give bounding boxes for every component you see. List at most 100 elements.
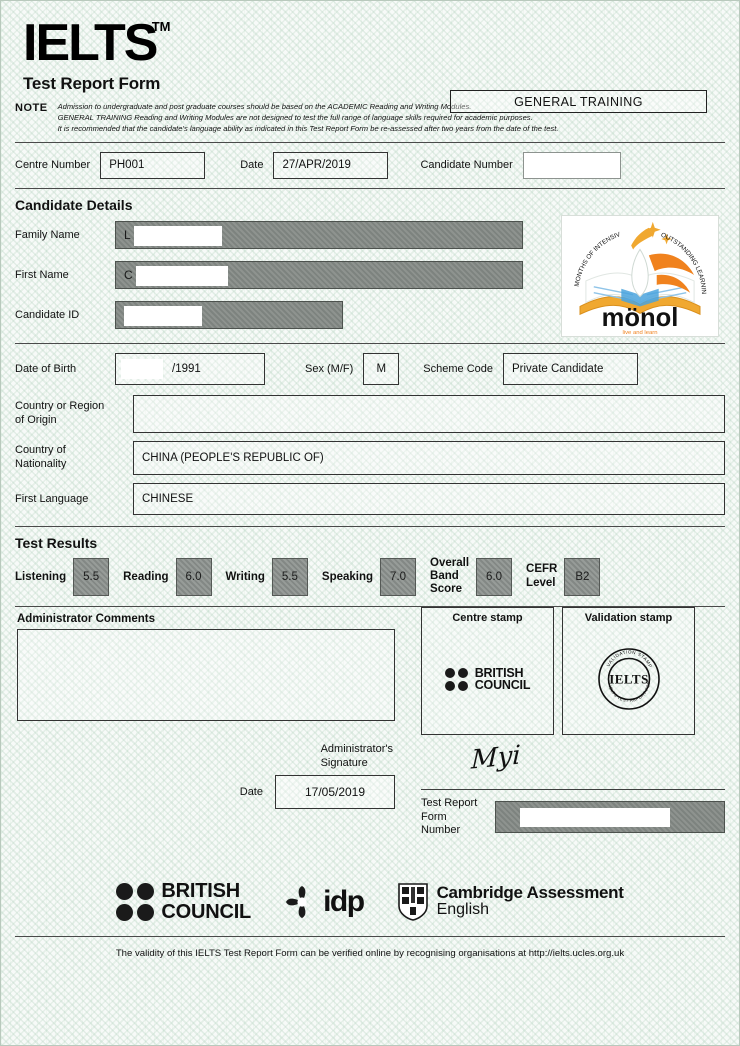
administrator-comments-box[interactable] [17, 629, 395, 722]
administrator-date-field[interactable]: 17/05/2019 [275, 775, 395, 810]
module-type-box: GENERAL TRAINING [450, 90, 707, 113]
signature-right-column: Myi Test Report Form Number [421, 739, 725, 836]
cefr-label-line-2: Level [526, 576, 556, 589]
british-council-dots-icon-footer [116, 882, 155, 921]
first-language-row: First Language CHINESE [1, 482, 739, 515]
british-council-footer-logo: BRITISH COUNCIL [116, 881, 251, 922]
admin-and-stamps-area: Administrator Comments Centre stamp BRIT… [1, 607, 739, 736]
first-language-field[interactable]: CHINESE [133, 482, 725, 515]
overall-band-score-label: Overall Band Score [430, 557, 469, 597]
origin-row: Country or Region of Origin [1, 394, 739, 433]
trf-number-field-redacted[interactable] [495, 801, 725, 834]
centre-date-row: Centre Number PH001 Date 27/APR/2019 Can… [1, 151, 739, 179]
test-results-heading: Test Results [15, 534, 98, 551]
administrator-comments-label: Administrator Comments [17, 613, 156, 626]
dob-redaction-block [121, 358, 163, 379]
cefr-level-value: B2 [564, 557, 601, 596]
overall-label-line-1: Overall [430, 556, 470, 569]
trf-number-redaction-block [520, 808, 670, 828]
writing-label: Writing [225, 570, 265, 583]
idp-logo: idp [285, 884, 365, 919]
administrator-signature-label: Administrator's Signature [321, 743, 393, 769]
administrator-date-value: 17/05/2019 [304, 785, 366, 800]
signature-label-line-2: Signature [320, 756, 368, 769]
dob-field-redacted[interactable]: /1991 [115, 352, 265, 385]
first-language-label: First Language [15, 492, 89, 505]
divider-footer [15, 936, 725, 938]
writing-score: 5.5 [271, 557, 308, 596]
reading-score: 6.0 [175, 557, 212, 596]
cambridge-wordmark: Cambridge Assessment English [437, 884, 624, 919]
nationality-label: Country of Nationality [15, 444, 133, 472]
trf-number-label: Test Report Form Number [421, 797, 495, 837]
band-scores-row: Listening 5.5 Reading 6.0 Writing 5.5 Sp… [1, 553, 739, 597]
partner-bc-line-2: COUNCIL [161, 900, 252, 923]
ielts-logo: IELTS TM [23, 17, 170, 69]
partner-cambridge-line-2: English [436, 901, 490, 919]
first-language-value: CHINESE [142, 492, 194, 505]
module-type-value: GENERAL TRAINING [514, 94, 643, 109]
candidate-number-field-redacted[interactable] [522, 151, 621, 179]
centre-stamp-box: Centre stamp BRITISH COUNCIL [421, 607, 554, 736]
first-name-label: First Name [15, 268, 69, 281]
family-name-value: L [124, 227, 131, 242]
candidate-id-label: Candidate ID [15, 308, 80, 321]
dob-value: /1991 [172, 362, 201, 375]
note-label: NOTE [15, 102, 48, 115]
partner-bc-line-1: BRITISH [161, 880, 240, 903]
family-name-redaction-block [134, 225, 222, 246]
trf-number-label-line-2: Number [421, 823, 461, 836]
divider-dob [15, 342, 725, 344]
administrator-date-row: Date 17/05/2019 [15, 775, 413, 810]
candidate-id-field-redacted[interactable] [115, 300, 343, 329]
overall-label-line-3: Score [430, 583, 463, 596]
scheme-code-field[interactable]: Private Candidate [503, 352, 638, 385]
origin-label-line-1: Country or Region [15, 399, 105, 412]
overall-label-line-2: Band [430, 569, 459, 582]
header: IELTS TM Test Report Form [1, 1, 739, 94]
signature-and-trf-row: Administrator's Signature Date 17/05/201… [1, 739, 739, 836]
partner-cambridge-line-1: Cambridge Assessment [436, 883, 624, 903]
speaking-label: Speaking [321, 570, 374, 583]
centre-number-label: Centre Number [15, 159, 91, 172]
validity-note: The validity of this IELTS Test Report F… [115, 948, 625, 960]
listening-label: Listening [15, 570, 67, 583]
trf-number-row: Test Report Form Number [421, 797, 725, 837]
validation-stamp-box: Validation stamp VALIDATION STAMP IELTS … [562, 607, 695, 736]
scheme-code-value: Private Candidate [512, 362, 604, 375]
centre-number-value: PH001 [109, 159, 145, 172]
signature-label-line-1: Administrator's [320, 743, 393, 756]
cambridge-shield-icon [397, 882, 428, 921]
candidate-id-redaction-block [124, 305, 202, 326]
divider-top [15, 141, 725, 143]
origin-field[interactable] [133, 394, 725, 433]
cambridge-assessment-logo: Cambridge Assessment English [397, 882, 624, 921]
british-council-dots-icon [444, 667, 468, 691]
nationality-label-line-1: Country of [15, 443, 66, 456]
centre-stamp-org-line-2: COUNCIL [474, 678, 531, 693]
origin-label: Country or Region of Origin [15, 400, 133, 428]
british-council-footer-text: BRITISH COUNCIL [161, 881, 251, 922]
sex-field[interactable]: M [363, 352, 400, 385]
svg-text:mönol: mönol [602, 304, 679, 332]
test-date-field[interactable]: 27/APR/2019 [273, 151, 389, 179]
family-name-label: Family Name [15, 228, 80, 241]
sex-label: Sex (M/F) [305, 362, 354, 375]
idp-wordmark: idp [323, 884, 365, 918]
listening-score: 5.5 [73, 557, 110, 596]
partner-logos: BRITISH COUNCIL idp Cambridge Assessment… [1, 881, 739, 922]
family-name-field-redacted[interactable]: L [115, 220, 523, 249]
reading-label: Reading [123, 570, 169, 583]
nationality-value: CHINA (PEOPLE'S REPUBLIC OF) [142, 451, 324, 464]
nationality-field[interactable]: CHINA (PEOPLE'S REPUBLIC OF) [133, 440, 725, 475]
validation-seal-center-text: IELTS [609, 672, 649, 687]
svg-text:live and learn: live and learn [622, 330, 657, 336]
ielts-test-report-form: IELTS TM Test Report Form GENERAL TRAININ… [0, 0, 740, 1046]
note-line-3: It is recommended that the candidate's l… [57, 123, 559, 133]
monol-logo-graphic: MONTHS OF INTENSIVE & OUTSTANDING LEARNI… [560, 211, 707, 336]
centre-number-field[interactable]: PH001 [100, 151, 206, 179]
first-name-field-redacted[interactable]: C [115, 260, 523, 289]
sex-value: M [376, 362, 387, 375]
centre-logo-monol: MONTHS OF INTENSIVE & OUTSTANDING LEARNI… [560, 211, 719, 337]
validation-stamp-label: Validation stamp [584, 612, 673, 625]
